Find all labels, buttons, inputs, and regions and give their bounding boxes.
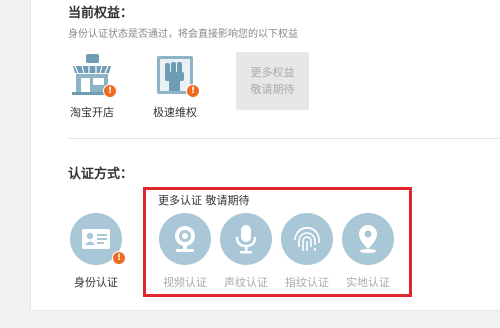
- auth-onsite[interactable]: 实地认证: [337, 213, 399, 290]
- auth-label: 视频认证: [163, 276, 207, 289]
- location-pin-icon: [342, 213, 394, 265]
- more-auth-label: 更多认证 敬请期待: [158, 194, 250, 207]
- warning-badge: !: [103, 84, 117, 98]
- more-benefits-placeholder: 更多权益 敬请期待: [236, 52, 309, 110]
- warning-badge: !: [112, 251, 126, 265]
- auth-fingerprint[interactable]: 指纹认证: [276, 213, 338, 290]
- auth-label: 声纹认证: [224, 276, 268, 289]
- warning-badge: !: [186, 84, 200, 98]
- id-card-icon: !: [70, 213, 126, 265]
- section-divider: [68, 138, 500, 139]
- fist-icon: !: [152, 52, 200, 98]
- auth-label: 实地认证: [346, 276, 390, 289]
- more-benefits-line1: 更多权益: [250, 66, 295, 79]
- benefit-fast-protection[interactable]: ! 极速维权: [140, 52, 210, 120]
- auth-label: 指纹认证: [285, 276, 329, 289]
- auth-identity[interactable]: ! 身份认证: [65, 213, 127, 290]
- benefit-label: 极速维权: [153, 106, 197, 119]
- rights-description: 身份认证状态是否通过，将会直接影响您的以下权益: [68, 29, 298, 40]
- webcam-icon: [159, 213, 211, 265]
- microphone-icon: [220, 213, 272, 265]
- shop-icon: !: [69, 52, 117, 98]
- auth-label: 身份认证: [74, 276, 118, 289]
- more-benefits-line2: 敬请期待: [250, 83, 295, 96]
- auth-voiceprint[interactable]: 声纹认证: [215, 213, 277, 290]
- benefit-label: 淘宝开店: [70, 106, 114, 119]
- benefit-taobao-shop[interactable]: ! 淘宝开店: [57, 52, 127, 120]
- fingerprint-icon: [281, 213, 333, 265]
- rights-heading: 当前权益：: [68, 6, 134, 21]
- auth-heading: 认证方式：: [68, 167, 134, 182]
- auth-video[interactable]: 视频认证: [154, 213, 216, 290]
